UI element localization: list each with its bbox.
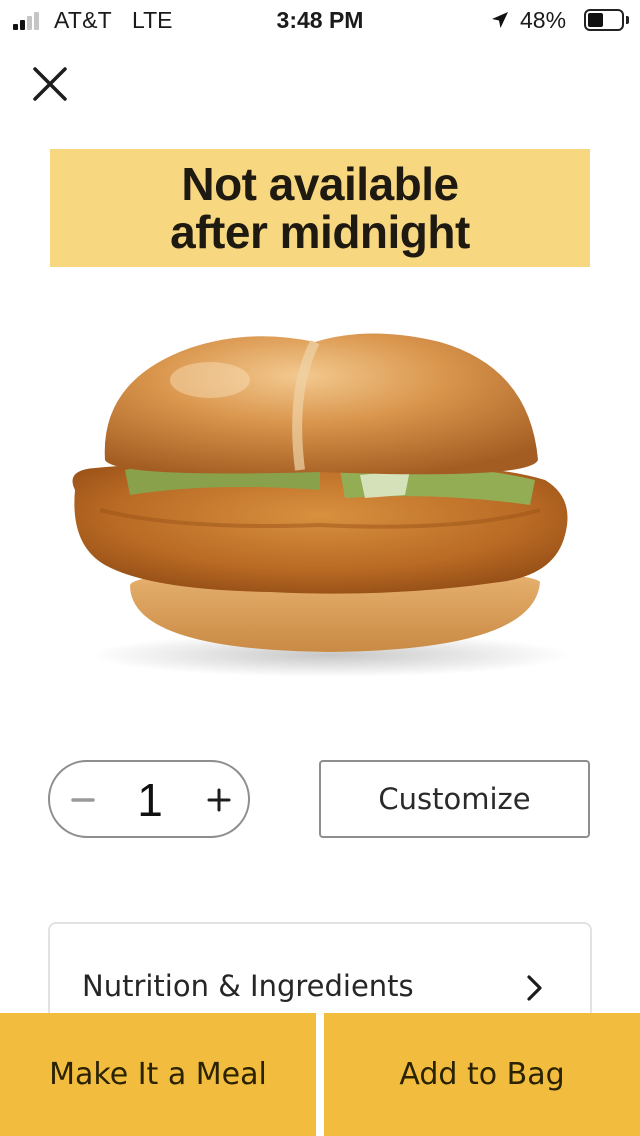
battery-percent: 48% (520, 7, 567, 33)
nutrition-ingredients-label: Nutrition & Ingredients (82, 969, 414, 1003)
availability-banner: Not available after midnight (50, 149, 590, 267)
close-icon (33, 67, 67, 101)
chevron-right-icon (527, 975, 542, 1001)
quantity-value: 1 (137, 774, 163, 826)
plus-icon (207, 788, 231, 812)
top-bun (104, 333, 538, 475)
close-button[interactable] (28, 62, 72, 106)
product-image (72, 333, 570, 677)
bottom-action-bar: Make It a Meal Add to Bag (0, 1013, 640, 1136)
banner-line-2: after midnight (170, 206, 470, 258)
minus-icon (71, 798, 95, 802)
banner-line-1: Not available (181, 158, 459, 210)
add-to-bag-button[interactable]: Add to Bag (324, 1013, 640, 1136)
battery-level-fill (588, 13, 603, 27)
increase-quantity-button[interactable] (194, 770, 244, 830)
decrease-quantity-button[interactable] (58, 770, 108, 830)
status-bar: AT&T LTE 3:48 PM 48% (0, 0, 640, 40)
make-it-a-meal-button[interactable]: Make It a Meal (0, 1013, 316, 1136)
quantity-stepper: 1 (48, 760, 250, 838)
customize-button[interactable]: Customize (319, 760, 590, 838)
battery-icon (584, 9, 624, 31)
nutrition-ingredients-row[interactable]: Nutrition & Ingredients (48, 922, 592, 1022)
location-arrow-icon (492, 12, 508, 28)
battery-tip (626, 16, 629, 24)
banner-text: Not available after midnight (170, 160, 470, 256)
